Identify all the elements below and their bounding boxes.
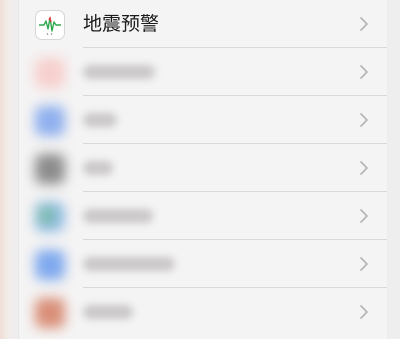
blurred-label <box>83 209 153 223</box>
blurred-label <box>83 161 113 175</box>
settings-item-label: 地震预警 <box>83 13 160 35</box>
blurred-label <box>83 257 175 271</box>
blurred-app-icon <box>35 250 65 280</box>
chevron-right-icon <box>359 16 369 32</box>
left-edge-shadow <box>0 0 14 339</box>
blurred-app-icon <box>35 58 65 88</box>
chevron-right-icon <box>359 256 369 272</box>
settings-item-blurred[interactable] <box>19 96 387 144</box>
blurred-app-icon <box>35 298 65 328</box>
chevron-right-icon <box>359 208 369 224</box>
chevron-right-icon <box>359 304 369 320</box>
blurred-app-icon <box>35 202 65 232</box>
earthquake-alert-icon <box>35 10 65 40</box>
settings-item-blurred[interactable] <box>19 240 387 288</box>
settings-screen: 地震预警 <box>0 0 400 339</box>
blurred-label <box>83 113 117 127</box>
settings-list: 地震预警 <box>18 0 387 339</box>
chevron-right-icon <box>359 112 369 128</box>
chevron-right-icon <box>359 64 369 80</box>
blurred-label <box>83 305 133 319</box>
chevron-right-icon <box>359 160 369 176</box>
settings-item-blurred[interactable] <box>19 288 387 336</box>
settings-item-blurred[interactable] <box>19 144 387 192</box>
settings-item-earthquake-alert[interactable]: 地震预警 <box>19 0 387 48</box>
settings-item-blurred[interactable] <box>19 192 387 240</box>
blurred-app-icon <box>35 154 65 184</box>
settings-item-blurred[interactable] <box>19 48 387 96</box>
blurred-label <box>83 65 155 79</box>
blurred-app-icon <box>35 106 65 136</box>
